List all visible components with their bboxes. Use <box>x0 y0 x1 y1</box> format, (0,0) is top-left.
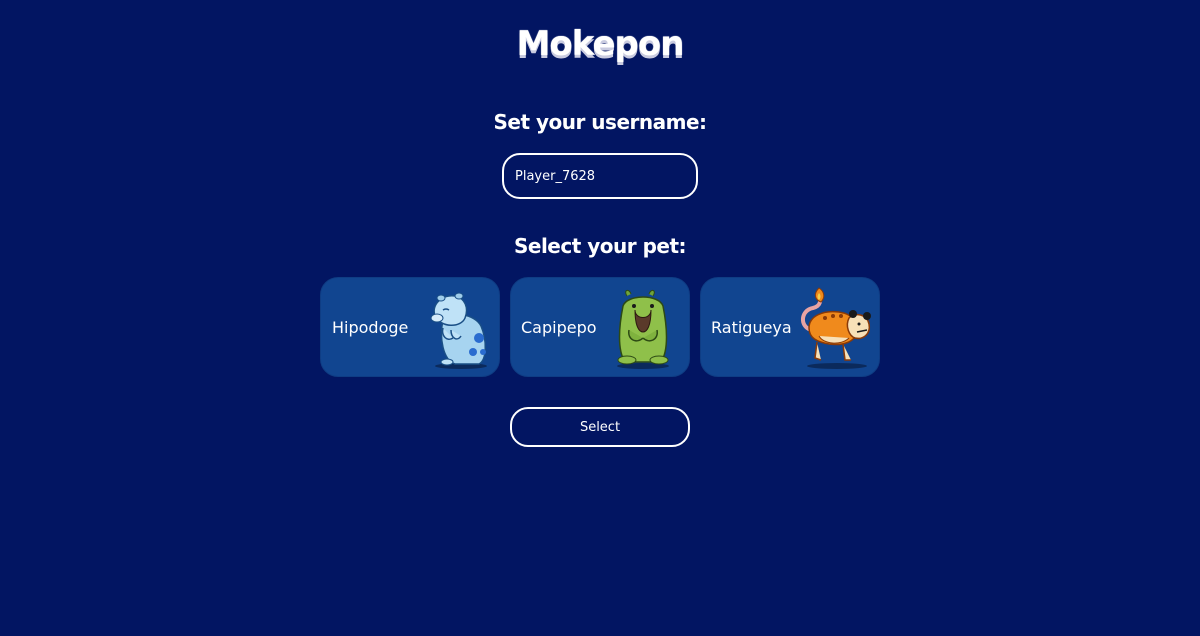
game-screen: Mokepon Set your username: Select your p… <box>0 0 1200 636</box>
pet-card-list: Hipodoge Capipepo Ratigueya <box>320 277 880 377</box>
pet-card-ratigueya[interactable]: Ratigueya <box>700 277 880 377</box>
hipodoge-icon <box>430 292 487 369</box>
pet-select-label: Select your pet: <box>513 234 687 258</box>
pet-card-capipepo[interactable]: Capipepo <box>510 277 690 377</box>
username-input[interactable] <box>502 153 698 199</box>
username-label: Set your username: <box>493 110 707 134</box>
pet-name: Hipodoge <box>332 318 409 337</box>
ratigueya-icon <box>801 287 871 369</box>
capipepo-icon <box>617 289 669 369</box>
pet-name: Ratigueya <box>711 318 792 337</box>
select-pet-button[interactable]: Select <box>510 407 690 447</box>
pet-card-hipodoge[interactable]: Hipodoge <box>320 277 500 377</box>
game-title: Mokepon <box>516 24 685 64</box>
pet-name: Capipepo <box>521 318 597 337</box>
